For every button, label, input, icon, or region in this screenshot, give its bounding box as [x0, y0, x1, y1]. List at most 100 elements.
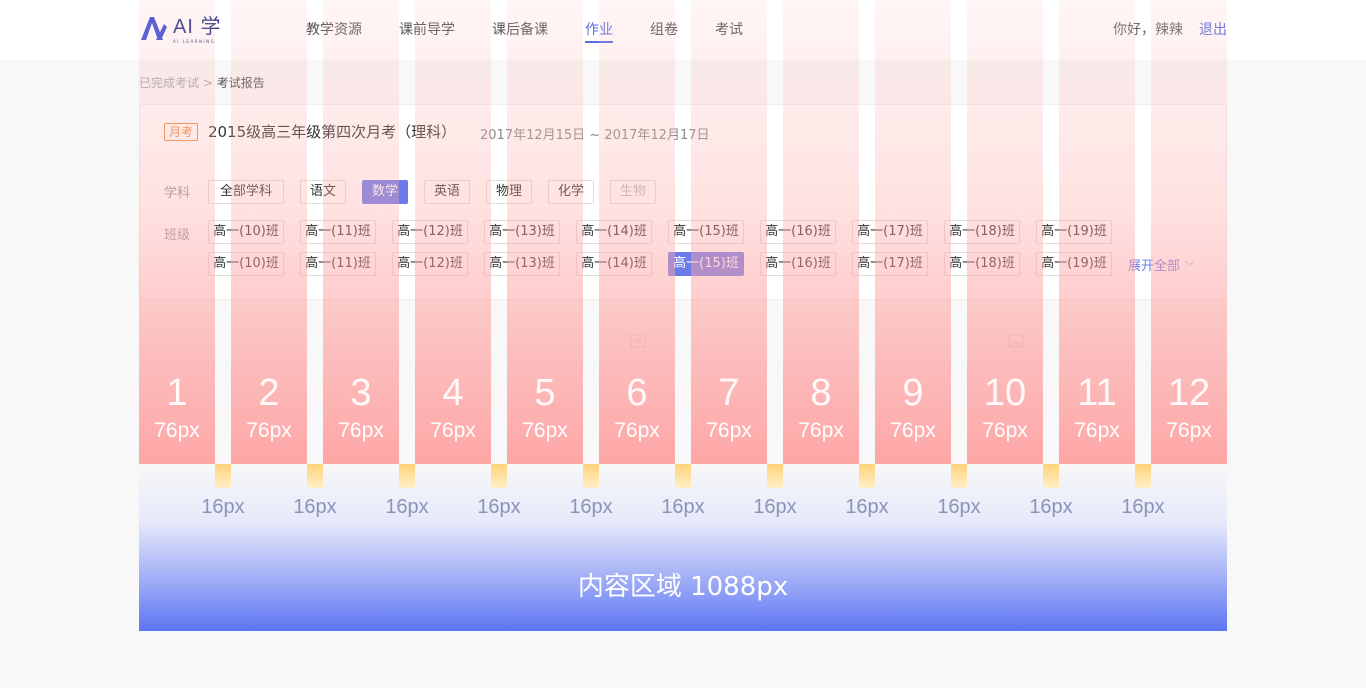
- class-chip-3[interactable]: 高一(13)班: [484, 252, 560, 276]
- image-icon: [1008, 334, 1024, 348]
- content-area-band: [139, 464, 1227, 631]
- class-chip-7[interactable]: 高一(17)班: [852, 220, 928, 244]
- class-chip-0[interactable]: 高一(10)班: [208, 220, 284, 244]
- content-area-label: 内容区域 1088px: [577, 572, 789, 602]
- class-chip-9[interactable]: 高一(19)班: [1036, 252, 1112, 276]
- logo[interactable]: AI 学 AI LEARNING: [139, 14, 221, 46]
- subject-label: 学科: [164, 186, 191, 201]
- column-width-label: 76px: [154, 419, 200, 442]
- grid-gutter: [307, 464, 323, 488]
- column-number: 12: [1167, 372, 1211, 414]
- chevron-down-icon: ﹀: [1184, 260, 1196, 273]
- class-chip-7[interactable]: 高一(17)班: [852, 252, 928, 276]
- column-number: 1: [166, 372, 188, 414]
- class-chip-2[interactable]: 高一(12)班: [392, 220, 468, 244]
- class-chip-6[interactable]: 高一(16)班: [760, 252, 836, 276]
- column-number: 8: [810, 372, 832, 414]
- nav-item-3[interactable]: 作业: [585, 0, 613, 60]
- column-number: 7: [718, 372, 740, 414]
- class-chip-5[interactable]: 高一(15)班: [668, 252, 744, 276]
- subject-chip-5[interactable]: 化学: [548, 180, 594, 204]
- column-width-label: 76px: [246, 419, 292, 442]
- column-width-label: 76px: [614, 419, 660, 442]
- column-width-label: 76px: [706, 419, 752, 442]
- gutter-width-label: 16px: [569, 496, 613, 518]
- exam-date-range: 2017年12月15日 ~ 2017年12月17日: [480, 128, 710, 143]
- class-chip-4[interactable]: 高一(14)班: [576, 252, 652, 276]
- grid-gutter: [215, 464, 231, 488]
- column-width-label: 76px: [1074, 419, 1120, 442]
- exam-title: 2015级高三年级第四次月考（理科）: [208, 123, 457, 141]
- class-chip-2[interactable]: 高一(12)班: [392, 252, 468, 276]
- breadcrumb-current: 考试报告: [216, 76, 265, 90]
- logout-link[interactable]: 退出: [1199, 0, 1227, 60]
- class-label: 班级: [164, 228, 191, 243]
- column-number: 11: [1077, 372, 1117, 414]
- class-chip-0[interactable]: 高一(10)班: [208, 252, 284, 276]
- grid-gutter: [1043, 464, 1059, 488]
- logo-icon: [141, 17, 167, 40]
- gutter-width-label: 16px: [845, 496, 889, 518]
- column-width-label: 76px: [1166, 419, 1212, 442]
- subject-chip-2[interactable]: 数学: [362, 180, 408, 204]
- gutter-width-label: 16px: [385, 496, 429, 518]
- grid-gutter: [675, 464, 691, 488]
- gutter-width-label: 16px: [937, 496, 981, 518]
- column-number: 3: [350, 372, 372, 414]
- grid-gutter: [491, 464, 507, 488]
- grid-gutter: [859, 464, 875, 488]
- nav-item-1[interactable]: 课前导学: [399, 0, 455, 60]
- gutter-width-label: 16px: [661, 496, 705, 518]
- gutter-width-label: 16px: [201, 496, 245, 518]
- subject-chip-3[interactable]: 英语: [424, 180, 470, 204]
- column-number: 5: [534, 372, 556, 414]
- column-number: 6: [626, 372, 648, 414]
- class-chip-1[interactable]: 高一(11)班: [300, 252, 376, 276]
- subject-chip-6: 生物: [610, 180, 656, 204]
- grid-overlay: 内容区域 1088px 1 76px 16px 2 76px 16px 3 76px 16px 4…: [139, 0, 1227, 631]
- class-chip-9[interactable]: 高一(19)班: [1036, 220, 1112, 244]
- gutter-width-label: 16px: [1121, 496, 1165, 518]
- grid-gutter: [767, 464, 783, 488]
- grid-gutter: [951, 464, 967, 488]
- column-width-label: 76px: [338, 419, 384, 442]
- subject-chip-0[interactable]: 全部学科: [208, 180, 284, 204]
- exam-type-badge: 月考: [164, 123, 199, 141]
- expand-all-label: 展开全部: [1128, 259, 1181, 274]
- subject-chip-1[interactable]: 语文: [300, 180, 346, 204]
- expand-all-button[interactable]: 展开全部 ﹀: [1128, 255, 1195, 274]
- grid-gutter: [583, 464, 599, 488]
- gutter-width-label: 16px: [753, 496, 797, 518]
- class-chip-3[interactable]: 高一(13)班: [484, 220, 560, 244]
- nav-item-5[interactable]: 考试: [715, 0, 743, 60]
- gutter-width-label: 16px: [1029, 496, 1073, 518]
- column-width-label: 76px: [430, 419, 476, 442]
- class-chip-8[interactable]: 高一(18)班: [944, 252, 1020, 276]
- exam-filter-card: 月考 2015级高三年级第四次月考（理科） 2017年12月15日 ~ 2017…: [139, 104, 1227, 300]
- column-number: 4: [442, 372, 464, 414]
- column-number: 10: [983, 372, 1027, 414]
- nav-item-2[interactable]: 课后备课: [492, 0, 548, 60]
- grid-gutter: [1135, 464, 1151, 488]
- column-width-label: 76px: [798, 419, 844, 442]
- top-header: AI 学 AI LEARNING 教学资源 课前导学 课后备课 作业 组卷 考试 你好，辣…: [0, 0, 1366, 60]
- breadcrumb-separator: >: [199, 76, 217, 90]
- logo-subtitle: AI LEARNING: [173, 39, 216, 44]
- breadcrumb: 已完成考试 > 考试报告: [139, 74, 265, 91]
- class-chip-8[interactable]: 高一(18)班: [944, 220, 1020, 244]
- column-width-label: 76px: [982, 419, 1028, 442]
- class-chip-1[interactable]: 高一(11)班: [300, 220, 376, 244]
- column-number: 2: [258, 372, 280, 414]
- logo-text: AI 学: [173, 16, 222, 38]
- subject-chip-4[interactable]: 物理: [486, 180, 532, 204]
- main-nav: 教学资源 课前导学 课后备课 作业 组卷 考试: [306, 0, 780, 60]
- class-chip-4[interactable]: 高一(14)班: [576, 220, 652, 244]
- document-icon: [630, 334, 646, 348]
- class-chip-5[interactable]: 高一(15)班: [668, 220, 744, 244]
- class-chip-6[interactable]: 高一(16)班: [760, 220, 836, 244]
- gutter-width-label: 16px: [477, 496, 521, 518]
- nav-item-0[interactable]: 教学资源: [306, 0, 362, 60]
- breadcrumb-parent[interactable]: 已完成考试: [139, 76, 199, 90]
- gutter-width-label: 16px: [293, 496, 337, 518]
- nav-item-4[interactable]: 组卷: [650, 0, 678, 60]
